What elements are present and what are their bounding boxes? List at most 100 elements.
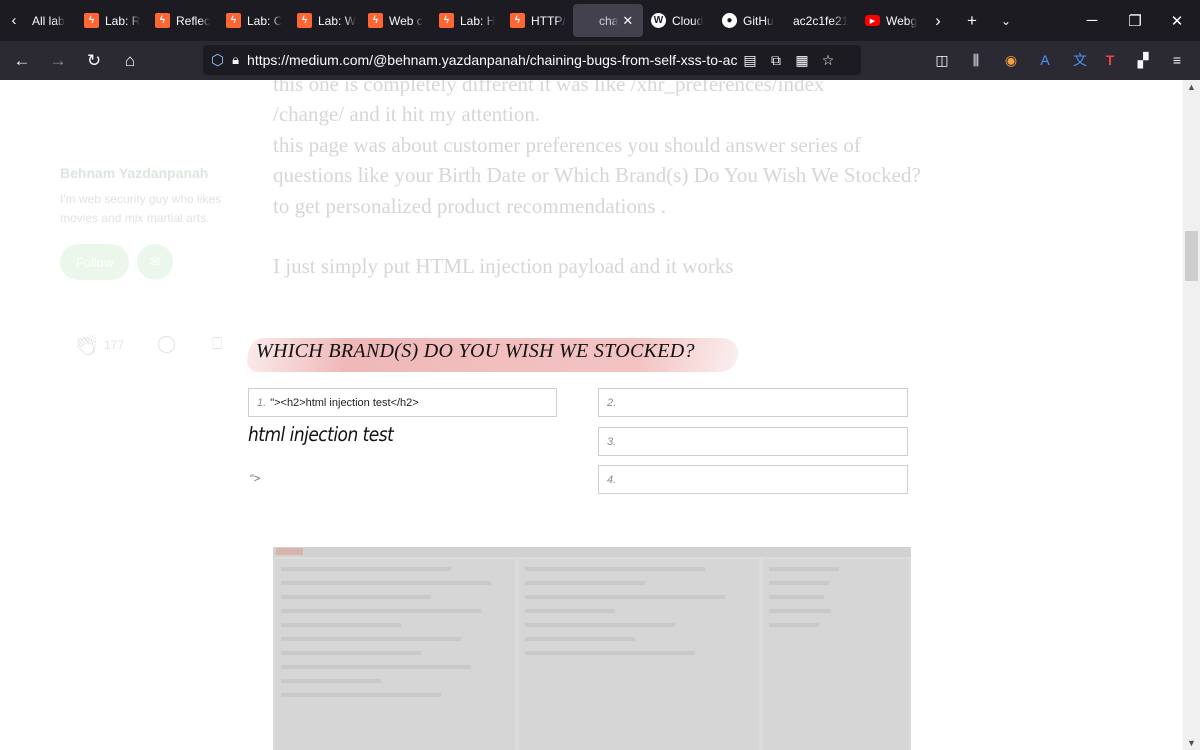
subscribe-email-button[interactable]: ✉ <box>137 244 173 280</box>
library-icon[interactable]: ⫼ <box>965 50 987 70</box>
reload-icon[interactable]: ↻ <box>77 46 111 76</box>
field-number: 1. <box>257 396 267 409</box>
scrollbar-thumb[interactable] <box>1185 231 1198 281</box>
bookmark-star-icon[interactable]: ☆ <box>815 52 841 69</box>
tab-cloud[interactable]: W Cloud <box>643 0 714 41</box>
screenshot-logo <box>276 548 303 555</box>
youtube-icon: ▶ <box>865 15 880 26</box>
screenshot-line <box>525 609 615 613</box>
tab-ac2c1fe21[interactable]: ac2c1fe21 <box>785 0 857 41</box>
screenshot-line <box>525 637 635 641</box>
article-line-1: this one is completely different it was … <box>273 80 825 96</box>
tab-scroll-left-icon[interactable]: ‹ <box>0 0 28 41</box>
forward-icon[interactable]: → <box>41 46 75 76</box>
tab-http[interactable]: ϟ HTTP/ <box>502 0 573 41</box>
comment-icon[interactable]: ◯ <box>157 334 176 354</box>
tab-lab-w[interactable]: ϟ Lab: W <box>289 0 360 41</box>
tab-scroll-right-icon[interactable]: › <box>921 11 955 31</box>
tab-reflected[interactable]: ϟ Reflec <box>147 0 218 41</box>
extensions-icon[interactable]: ▞ <box>1132 50 1154 70</box>
clap-icon[interactable]: 👏︎ <box>74 333 99 358</box>
stray-markup-text: "> <box>250 473 261 485</box>
scroll-up-icon[interactable]: ▲ <box>1183 80 1200 94</box>
translate-extension-icon[interactable]: A <box>1034 50 1056 70</box>
tab-webg[interactable]: ▶ Webg <box>857 0 921 41</box>
lock-icon[interactable]: 🔒︎ <box>232 52 239 68</box>
brand-field-4: 4. <box>598 465 908 494</box>
translate-icon[interactable]: ⧉ <box>763 52 789 69</box>
tab-active-chaining[interactable]: cha ✕ <box>573 4 643 37</box>
field-number: 3. <box>607 435 617 448</box>
lab-icon: ϟ <box>297 13 312 28</box>
list-all-tabs-icon[interactable]: ⌄ <box>989 14 1023 28</box>
tab-label: Webg <box>886 13 918 28</box>
screenshot-line <box>525 567 705 571</box>
back-icon[interactable]: ← <box>5 46 39 76</box>
t-extension-icon[interactable]: T <box>1099 50 1121 70</box>
hamburger-menu-icon[interactable]: ≡ <box>1166 50 1188 70</box>
minimize-icon[interactable]: ─ <box>1069 0 1115 41</box>
screenshot-line <box>281 609 481 613</box>
injected-html-output: html injection test <box>248 423 394 447</box>
field-value: "><h2>html injection test</h2> <box>270 396 419 409</box>
restore-icon[interactable]: ❐ <box>1112 0 1158 41</box>
lab-icon: ϟ <box>439 13 454 28</box>
screenshot-line <box>281 637 461 641</box>
tab-strip: ‹ All lab ϟ Lab: R ϟ Reflec ϟ Lab: C ϟ L… <box>0 0 1200 41</box>
article-line-4: questions like your Birth Date or Which … <box>273 163 921 187</box>
tab-all-tabs[interactable]: All lab <box>28 0 76 41</box>
screenshot-line <box>769 567 839 571</box>
screenshot-line <box>525 595 725 599</box>
author-name[interactable]: Behnam Yazdanpanah <box>60 165 208 181</box>
form-heading: WHICH BRAND(S) DO YOU WISH WE STOCKED? <box>256 340 695 362</box>
github-icon: ● <box>722 13 737 28</box>
tab-label: All lab <box>32 13 65 28</box>
bookmark-icon[interactable]: ⎕ <box>212 334 222 354</box>
pocket-icon[interactable]: ◫ <box>931 50 953 70</box>
lab-icon: ϟ <box>226 13 241 28</box>
translate-alt-icon[interactable]: 文 <box>1069 50 1091 70</box>
tab-label: Reflec <box>176 13 211 28</box>
tab-label: Lab: H <box>460 13 496 28</box>
clap-count[interactable]: 177 <box>104 338 124 352</box>
screenshot-line <box>769 581 829 585</box>
screenshot-line <box>281 581 491 585</box>
article-line-2: /change/ and it hit my attention. <box>273 102 541 126</box>
extensions-grid-icon[interactable]: ▦ <box>789 52 815 69</box>
url-text[interactable]: https://medium.com/@behnam.yazdanpanah/c… <box>247 52 737 68</box>
tab-label: ac2c1fe21 <box>793 13 849 28</box>
lab-icon: ϟ <box>155 13 170 28</box>
tab-github[interactable]: ● GitHu <box>714 0 785 41</box>
tracking-protection-shield-icon[interactable]: ⬡ <box>211 51 224 69</box>
vertical-scrollbar[interactable]: ▲ ▼ <box>1183 80 1200 750</box>
screenshot-line <box>281 651 421 655</box>
address-bar[interactable]: ⬡ 🔒︎ https://medium.com/@behnam.yazdanpa… <box>203 45 861 75</box>
reader-view-icon[interactable]: ▤ <box>737 52 763 69</box>
home-icon[interactable]: ⌂ <box>113 46 147 76</box>
screenshot-topbar <box>273 547 911 557</box>
tab-label: HTTP/ <box>531 13 566 28</box>
screenshot-line <box>281 665 471 669</box>
tab-label: GitHu <box>743 13 774 28</box>
extension-fox-icon[interactable]: ◉ <box>1000 50 1022 70</box>
tab-lab-c[interactable]: ϟ Lab: C <box>218 0 289 41</box>
article-line-6: I just simply put HTML injection payload… <box>273 254 734 278</box>
tab-label: Lab: R <box>105 13 141 28</box>
new-tab-icon[interactable]: + <box>955 11 989 31</box>
tab-web-c[interactable]: ϟ Web c <box>360 0 431 41</box>
tab-lab-r[interactable]: ϟ Lab: R <box>76 0 147 41</box>
close-window-icon[interactable]: ✕ <box>1154 0 1200 41</box>
screenshot-line <box>281 623 401 627</box>
scroll-down-icon[interactable]: ▼ <box>1183 736 1200 750</box>
tab-lab-h[interactable]: ϟ Lab: H <box>431 0 502 41</box>
lab-icon: ϟ <box>510 13 525 28</box>
screenshot-line <box>769 595 824 599</box>
tab-label: Lab: W <box>318 13 357 28</box>
article-line-5: to get personalized product recommendati… <box>273 194 667 218</box>
screenshot-line <box>525 581 645 585</box>
follow-button[interactable]: Follow <box>60 244 129 280</box>
email-plus-icon: ✉ <box>149 254 161 269</box>
lab-icon: ϟ <box>368 13 383 28</box>
close-tab-icon[interactable]: ✕ <box>622 13 633 29</box>
screenshot-line <box>281 679 381 683</box>
